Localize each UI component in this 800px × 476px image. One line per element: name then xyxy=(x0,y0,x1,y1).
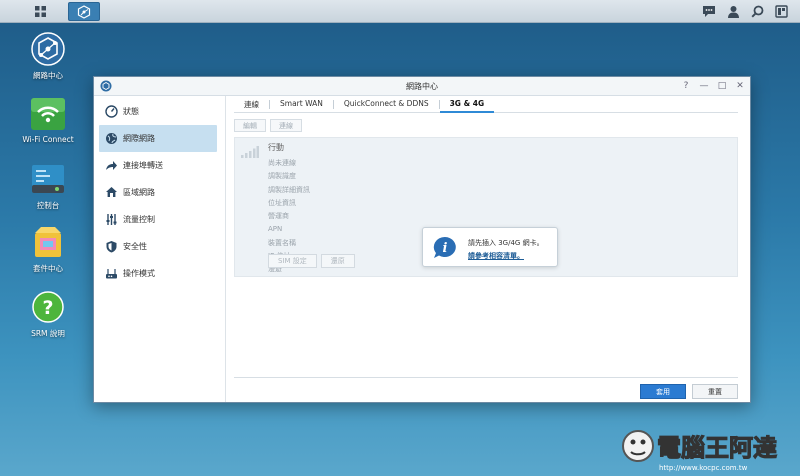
network-center-window: 網路中心 ? — □ ✕ 狀態 網際網路 連接埠轉送 區域網路 流量控制 安全性… xyxy=(93,76,751,403)
window-title: 網路中心 xyxy=(406,82,438,91)
search-icon xyxy=(750,5,763,18)
taskbar xyxy=(0,0,800,23)
sidebar-item-label: 流量控制 xyxy=(123,215,155,224)
grid-icon xyxy=(34,6,46,17)
watermark-url: http://www.kocpc.com.tw xyxy=(659,464,748,472)
help-icon: ? xyxy=(32,291,64,323)
tab-bar: 連線 Smart WAN QuickConnect & DDNS 3G & 4G xyxy=(234,96,738,113)
main-menu-button[interactable] xyxy=(26,2,54,21)
restore-button[interactable]: 還原 xyxy=(320,254,355,268)
user-button[interactable] xyxy=(722,2,744,21)
widgets-button[interactable] xyxy=(770,2,792,21)
desktop-icon-label: Wi-Fi Connect xyxy=(22,135,74,144)
maximize-button[interactable]: □ xyxy=(716,80,728,92)
sidebar-item-label: 狀態 xyxy=(123,107,139,116)
sidebar-item-local-network[interactable]: 區域網路 xyxy=(94,179,225,206)
desktop-icon-label: 套件中心 xyxy=(33,264,63,273)
sidebar-item-port-forwarding[interactable]: 連接埠轉送 xyxy=(94,152,225,179)
router-icon xyxy=(104,267,118,281)
info-line-device-name: 裝置名稱 xyxy=(268,238,296,247)
toolbar: 編輯 連線 xyxy=(234,119,302,132)
info-line-status: 尚未連線 xyxy=(268,159,296,167)
sidebar-item-security[interactable]: 安全性 xyxy=(94,233,225,260)
info-line-apn: APN xyxy=(268,225,283,234)
window-titlebar[interactable]: 網路中心 ? — □ ✕ xyxy=(94,77,750,96)
sliders-icon xyxy=(104,213,118,227)
reset-button[interactable]: 重置 xyxy=(692,384,738,399)
notice-bubble: i 請先插入 3G/4G 網卡。 請參考相容清單。 xyxy=(422,227,558,267)
chat-icon xyxy=(703,6,715,17)
control-panel-icon xyxy=(32,165,64,193)
signal-strength-icon xyxy=(241,146,259,160)
svg-text:?: ? xyxy=(42,297,53,319)
sidebar-item-traffic-control[interactable]: 流量控制 xyxy=(94,206,225,233)
globe-icon xyxy=(104,132,118,146)
svg-text:i: i xyxy=(443,241,448,256)
compatibility-list-link[interactable]: 請參考相容清單。 xyxy=(468,251,524,261)
desktop-icon-label: SRM 說明 xyxy=(31,329,65,338)
info-icon: i xyxy=(432,236,458,262)
desktop-icon-network-center[interactable]: 網路中心 xyxy=(8,31,88,81)
tab-smart-wan[interactable]: Smart WAN xyxy=(270,96,333,113)
tab-quickconnect-ddns[interactable]: QuickConnect & DDNS xyxy=(334,96,439,113)
apply-button[interactable]: 套用 xyxy=(640,384,686,399)
info-line-modem-details: 調製詳細資訊 xyxy=(268,185,310,194)
home-network-icon xyxy=(104,186,118,200)
notice-message: 請先插入 3G/4G 網卡。 xyxy=(468,239,544,247)
minimize-button[interactable]: — xyxy=(698,80,710,92)
desktop-icon-control-panel[interactable]: 控制台 xyxy=(8,161,88,211)
desktop-icon-package-center[interactable]: 套件中心 xyxy=(8,224,88,274)
sidebar-item-label: 連接埠轉送 xyxy=(123,161,163,170)
sidebar-item-status[interactable]: 狀態 xyxy=(94,98,225,125)
sidebar-item-label: 操作模式 xyxy=(123,269,155,278)
tab-3g-4g[interactable]: 3G & 4G xyxy=(439,96,495,113)
chat-button[interactable] xyxy=(698,2,720,21)
shield-icon xyxy=(104,240,118,254)
info-line-address: 位址資訊 xyxy=(268,198,296,207)
watermark-logo: 電腦王阿達 http://www.kocpc.com.tw xyxy=(622,430,778,472)
footer: 套用 重置 xyxy=(234,377,738,402)
connect-button[interactable]: 連線 xyxy=(270,119,302,132)
gauge-icon xyxy=(104,105,118,119)
close-button[interactable]: ✕ xyxy=(734,80,746,92)
info-line-signal: 調製識度 xyxy=(268,172,296,181)
sidebar-item-operation-mode[interactable]: 操作模式 xyxy=(94,260,225,287)
user-icon xyxy=(727,6,739,18)
watermark-text: 電腦王阿達 xyxy=(657,434,777,462)
desktop-icon-label: 控制台 xyxy=(36,201,60,210)
desktop-icon-wifi-connect[interactable]: Wi-Fi Connect xyxy=(8,96,88,144)
sim-settings-button[interactable]: SIM 設定 xyxy=(268,254,317,268)
sidebar: 狀態 網際網路 連接埠轉送 區域網路 流量控制 安全性 操作模式 xyxy=(94,96,226,402)
network-center-icon xyxy=(31,32,65,66)
search-button[interactable] xyxy=(746,2,768,21)
info-line-carrier: 營運商 xyxy=(268,212,289,221)
sidebar-item-internet[interactable]: 網際網路 xyxy=(99,125,217,152)
sidebar-item-label: 安全性 xyxy=(123,242,147,251)
network-center-icon xyxy=(77,4,91,19)
edit-button[interactable]: 編輯 xyxy=(234,119,266,132)
info-title: 行動 xyxy=(268,143,284,152)
wifi-icon xyxy=(31,98,65,130)
widgets-icon xyxy=(774,5,788,18)
taskbar-network-center-button[interactable] xyxy=(68,2,100,21)
desktop-icon-srm-help[interactable]: ? SRM 說明 xyxy=(8,289,88,339)
forward-arrow-icon xyxy=(104,159,118,173)
tab-connection[interactable]: 連線 xyxy=(234,96,269,113)
panel-buttons: SIM 設定 還原 xyxy=(268,254,355,268)
sidebar-item-label: 網際網路 xyxy=(123,134,155,143)
desktop-icon-label: 網路中心 xyxy=(33,71,63,80)
package-center-icon xyxy=(35,227,61,257)
watermark: 電腦王阿達 http://www.kocpc.com.tw xyxy=(617,422,797,474)
help-button[interactable]: ? xyxy=(680,80,692,92)
main-content: 連線 Smart WAN QuickConnect & DDNS 3G & 4G… xyxy=(226,96,750,402)
sidebar-item-label: 區域網路 xyxy=(123,188,155,197)
